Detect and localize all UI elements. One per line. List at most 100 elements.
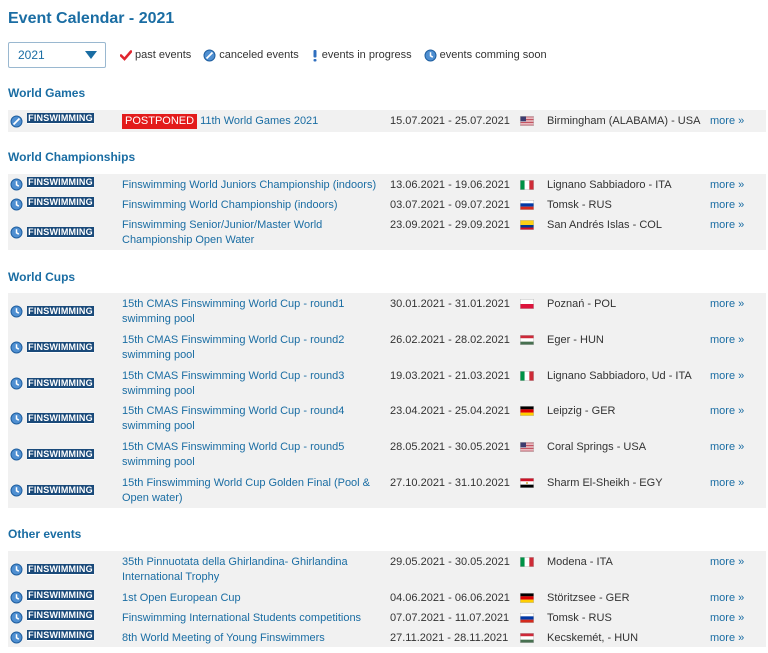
event-name: Finswimming World Juniors Championship (… [122,179,377,191]
badge-underline [27,352,94,353]
more-link[interactable]: more » [710,369,744,384]
year-select-value: 2021 [18,48,45,62]
event-dates: 28.05.2021 - 30.05.2021 [390,441,510,453]
badge-underline [27,620,94,621]
more-link[interactable]: more » [710,218,744,233]
more-link[interactable]: more » [710,333,744,348]
event-dates: 27.11.2021 - 28.11.2021 [390,632,509,644]
discipline-badge: FINSWIMMING [27,177,94,188]
discipline-badge: FINSWIMMING [27,197,94,208]
discipline-badge: FINSWIMMING [27,564,94,575]
more-link[interactable]: more » [710,440,744,455]
badge-underline [27,600,94,601]
clock-icon [10,591,23,604]
more-link[interactable]: more » [710,114,744,129]
year-select[interactable]: 2021 [8,42,106,68]
discipline-badge: FINSWIMMING [27,590,94,601]
postponed-badge: POSTPONED [122,114,198,129]
event-name-link[interactable]: Finswimming World Juniors Championship (… [122,178,377,193]
event-name: 1st Open European Cup [122,592,241,604]
event-dates: 07.07.2021 - 11.07.2021 [390,612,510,624]
event-name: 15th CMAS Finswimming World Cup - round2… [122,334,345,361]
event-name-link[interactable]: 15th CMAS Finswimming World Cup - round4… [122,404,377,434]
event-name-link[interactable]: Finswimming World Championship (indoors) [122,198,377,213]
event-dates: 19.03.2021 - 21.03.2021 [390,370,510,382]
clock-icon [10,341,23,354]
clock-icon [10,448,23,461]
event-dates: 29.05.2021 - 30.05.2021 [390,556,510,568]
flag-hun-icon [520,335,534,345]
event-row: FINSWIMMING 15th CMAS Finswimming World C… [8,329,766,365]
clock-icon [10,377,23,390]
event-name-link[interactable]: 8th World Meeting of Young Finswimmers [122,631,377,646]
more-link[interactable]: more » [710,297,744,312]
clock-icon [424,49,437,62]
discipline-badge: FINSWIMMING [27,413,94,424]
event-location: Coral Springs - USA [547,441,647,453]
event-name-link[interactable]: 15th CMAS Finswimming World Cup - round2… [122,333,377,363]
flag-hun-icon [520,633,534,643]
badge-underline [27,459,94,460]
clock-icon [10,484,23,497]
more-link[interactable]: more » [710,404,744,419]
event-dates: 30.01.2021 - 31.01.2021 [390,298,510,310]
event-name: 15th CMAS Finswimming World Cup - round4… [122,405,345,432]
legend-past-events: past events [120,49,191,61]
discipline-badge: FINSWIMMING [27,113,94,124]
event-location: Lignano Sabbiadoro, Ud - ITA [547,370,692,382]
event-row: FINSWIMMING Finswimming Senior/Junior/Mas… [8,214,766,250]
event-row: FINSWIMMING 15th CMAS Finswimming World C… [8,365,766,401]
more-link[interactable]: more » [710,198,744,213]
more-link[interactable]: more » [710,631,744,646]
more-link[interactable]: more » [710,178,744,193]
event-name: 15th CMAS Finswimming World Cup - round1… [122,298,345,325]
event-name-link[interactable]: POSTPONED 11th World Games 2021 [122,114,377,129]
flag-ita-icon [520,557,534,567]
event-name: Finswimming Senior/Junior/Master World C… [122,219,323,246]
clock-icon [10,305,23,318]
event-location: San Andrés Islas - COL [547,219,662,231]
event-dates: 23.04.2021 - 25.04.2021 [390,405,510,417]
flag-ger-icon [520,406,534,416]
badge-underline [27,423,94,424]
flag-rus-icon [520,200,534,210]
clock-icon [10,563,23,576]
event-name: 35th Pinnuotata della Ghirlandina- Ghirl… [122,556,348,583]
clock-icon [10,198,23,211]
event-name-link[interactable]: 15th Finswimming World Cup Golden Final … [122,476,377,506]
event-name-link[interactable]: 1st Open European Cup [122,591,377,606]
discipline-badge: FINSWIMMING [27,342,94,353]
event-name-link[interactable]: Finswimming International Students compe… [122,611,377,626]
clock-icon [10,178,23,191]
more-link[interactable]: more » [710,591,744,606]
event-location: Tomsk - RUS [547,612,612,624]
event-name-link[interactable]: 15th CMAS Finswimming World Cup - round1… [122,297,377,327]
event-dates: 04.06.2021 - 06.06.2021 [390,592,510,604]
event-name-link[interactable]: Finswimming Senior/Junior/Master World C… [122,218,377,248]
section-title: World Championships [8,150,136,164]
event-row: FINSWIMMING Finswimming World Championshi… [8,194,766,214]
discipline-badge: FINSWIMMING [27,630,94,641]
exclamation-icon [311,49,319,62]
more-link[interactable]: more » [710,611,744,626]
clock-icon [10,631,23,644]
legend-events-coming-soon: events comming soon [424,49,547,62]
event-location: Lignano Sabbiadoro - ITA [547,179,672,191]
more-link[interactable]: more » [710,476,744,491]
event-name-link[interactable]: 15th CMAS Finswimming World Cup - round5… [122,440,377,470]
event-name-link[interactable]: 35th Pinnuotata della Ghirlandina- Ghirl… [122,555,377,585]
badge-underline [27,123,94,124]
discipline-badge: FINSWIMMING [27,306,94,317]
flag-col-icon [520,220,534,230]
event-name-link[interactable]: 15th CMAS Finswimming World Cup - round3… [122,369,377,399]
event-location: Tomsk - RUS [547,199,612,211]
event-row: FINSWIMMING POSTPONED 11th World Games 202… [8,110,766,132]
checkmark-icon [120,49,132,61]
event-location: Kecskemét, - HUN [547,632,639,644]
flag-usa-icon [520,116,534,126]
status-legend: past events canceled events events in pr… [120,49,559,62]
more-link[interactable]: more » [710,555,744,570]
event-name: 8th World Meeting of Young Finswimmers [122,632,325,644]
event-row: FINSWIMMING 1st Open European Cup 04.06.20… [8,587,766,607]
event-location: Birmingham (ALABAMA) - USA [547,115,701,127]
